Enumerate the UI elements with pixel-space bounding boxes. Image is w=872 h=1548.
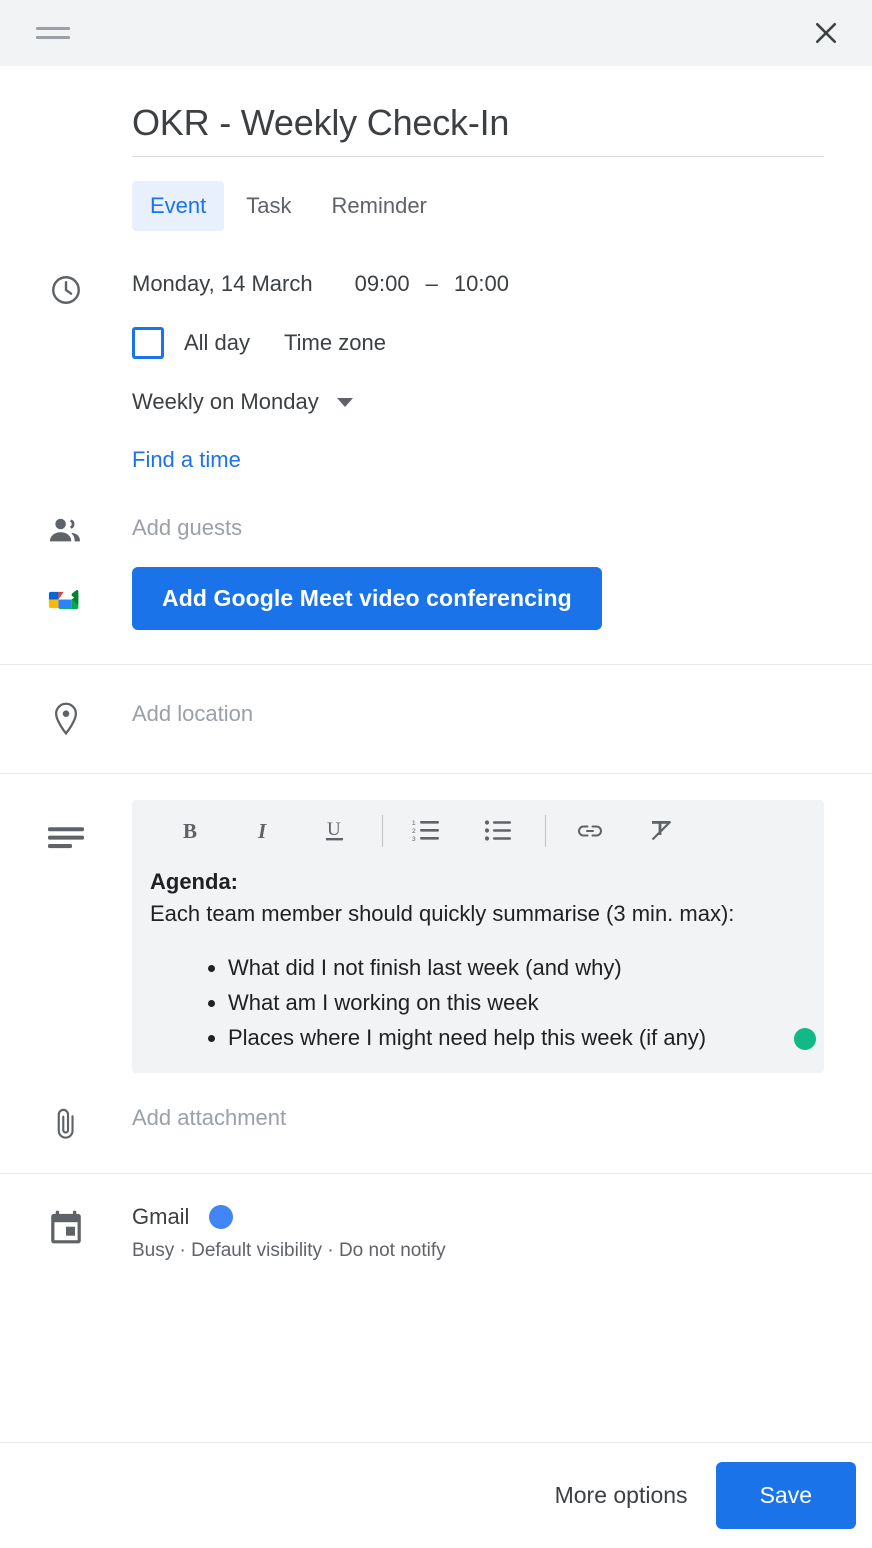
list-item: Places where I might need help this week… bbox=[228, 1022, 800, 1054]
time-range-dash: – bbox=[425, 271, 438, 297]
event-date[interactable]: Monday, 14 March bbox=[132, 271, 313, 297]
meet-gutter bbox=[0, 582, 132, 616]
time-zone-button[interactable]: Time zone bbox=[284, 330, 386, 356]
save-button[interactable]: Save bbox=[715, 1462, 856, 1529]
insert-link-icon[interactable] bbox=[564, 808, 616, 854]
event-dialog: Event Task Reminder Monday, 14 March 09:… bbox=[0, 0, 872, 1548]
description-content: B I U 1 2 3 Agenda: Each team member sho… bbox=[132, 800, 872, 1073]
svg-text:1: 1 bbox=[412, 820, 416, 827]
svg-text:3: 3 bbox=[412, 836, 416, 843]
all-day-row: All day Time zone bbox=[132, 327, 824, 360]
add-google-meet-button[interactable]: Add Google Meet video conferencing bbox=[132, 567, 602, 631]
datetime-content: Monday, 14 March 09:00 – 10:00 All day T… bbox=[132, 271, 872, 473]
location-content: Add location bbox=[132, 699, 872, 727]
add-attachment-input[interactable]: Add attachment bbox=[132, 1103, 824, 1131]
calendar-gutter bbox=[0, 1204, 132, 1246]
dialog-body: Event Task Reminder Monday, 14 March 09:… bbox=[0, 66, 872, 1442]
drag-handle-line bbox=[36, 36, 70, 39]
calendar-name-line: Gmail bbox=[132, 1204, 824, 1230]
event-type-tabs: Event Task Reminder bbox=[0, 157, 872, 232]
svg-text:B: B bbox=[183, 819, 197, 843]
svg-text:U: U bbox=[327, 819, 341, 840]
description-editor: B I U 1 2 3 Agenda: Each team member sho… bbox=[132, 800, 824, 1073]
svg-text:2: 2 bbox=[412, 828, 416, 835]
attachment-content: Add attachment bbox=[132, 1103, 872, 1131]
italic-icon[interactable]: I bbox=[238, 808, 290, 854]
event-title-input[interactable] bbox=[132, 102, 824, 157]
location-pin-icon bbox=[50, 701, 82, 739]
datetime-line: Monday, 14 March 09:00 – 10:00 bbox=[132, 271, 824, 297]
paperclip-icon bbox=[51, 1105, 81, 1143]
toolbar-separator bbox=[382, 815, 383, 848]
all-day-label[interactable]: All day bbox=[184, 330, 250, 356]
description-row: B I U 1 2 3 Agenda: Each team member sho… bbox=[0, 774, 872, 1073]
meet-row: Add Google Meet video conferencing bbox=[0, 567, 872, 631]
event-end-time[interactable]: 10:00 bbox=[454, 271, 509, 297]
add-guests-input[interactable]: Add guests bbox=[132, 513, 824, 541]
calendar-content: Gmail Busy · Default visibility · Do not… bbox=[132, 1204, 872, 1262]
attachment-gutter bbox=[0, 1103, 132, 1143]
google-meet-icon bbox=[47, 584, 85, 616]
find-a-time-link[interactable]: Find a time bbox=[132, 447, 241, 473]
close-icon bbox=[811, 18, 841, 48]
guests-gutter bbox=[0, 513, 132, 545]
description-heading: Agenda: bbox=[150, 869, 238, 895]
guests-row: Add guests bbox=[0, 513, 872, 545]
recurrence-label: Weekly on Monday bbox=[132, 389, 319, 415]
meet-content: Add Google Meet video conferencing bbox=[132, 567, 872, 631]
location-gutter bbox=[0, 699, 132, 739]
location-row: Add location bbox=[0, 665, 872, 773]
calendar-color-dot[interactable] bbox=[209, 1204, 234, 1229]
clock-icon bbox=[49, 273, 83, 307]
calendar-icon bbox=[49, 1210, 83, 1246]
guests-content: Add guests bbox=[132, 513, 872, 541]
cursor-indicator bbox=[794, 1027, 816, 1050]
people-icon bbox=[48, 515, 84, 545]
drag-handle-icon[interactable] bbox=[36, 24, 70, 42]
remove-formatting-icon[interactable] bbox=[636, 808, 688, 854]
underline-icon[interactable]: U bbox=[310, 808, 362, 854]
datetime-row: Monday, 14 March 09:00 – 10:00 All day T… bbox=[0, 231, 872, 473]
datetime-gutter bbox=[0, 271, 132, 307]
tab-reminder[interactable]: Reminder bbox=[314, 181, 445, 231]
more-options-button[interactable]: More options bbox=[533, 1466, 710, 1525]
recurrence-dropdown[interactable]: Weekly on Monday bbox=[132, 389, 353, 415]
calendar-row: Gmail Busy · Default visibility · Do not… bbox=[0, 1174, 872, 1292]
list-item: What am I working on this week bbox=[228, 987, 800, 1019]
tab-task[interactable]: Task bbox=[228, 181, 309, 231]
editor-toolbar: B I U 1 2 3 bbox=[132, 800, 824, 862]
bold-icon[interactable]: B bbox=[166, 808, 218, 854]
chevron-down-icon bbox=[336, 397, 353, 407]
numbered-list-icon[interactable]: 1 2 3 bbox=[401, 808, 453, 854]
toolbar-separator bbox=[545, 815, 546, 848]
dialog-titlebar bbox=[0, 0, 872, 66]
add-location-input[interactable]: Add location bbox=[132, 699, 824, 727]
all-day-checkbox[interactable] bbox=[132, 327, 164, 360]
drag-handle-line bbox=[36, 27, 70, 30]
notes-icon bbox=[48, 826, 84, 850]
event-start-time[interactable]: 09:00 bbox=[355, 271, 410, 297]
title-section bbox=[0, 66, 872, 157]
description-bullet-list: What did I not finish last week (and why… bbox=[150, 952, 800, 1054]
close-button[interactable] bbox=[804, 11, 848, 55]
svg-text:I: I bbox=[257, 819, 267, 843]
description-gutter bbox=[0, 800, 132, 850]
description-text[interactable]: Agenda: Each team member should quickly … bbox=[132, 862, 824, 1053]
calendar-details[interactable]: Busy · Default visibility · Do not notif… bbox=[132, 1240, 824, 1262]
tab-event[interactable]: Event bbox=[132, 181, 225, 232]
description-intro: Each team member should quickly summaris… bbox=[150, 901, 735, 927]
calendar-name[interactable]: Gmail bbox=[132, 1204, 189, 1230]
bulleted-list-icon[interactable] bbox=[473, 808, 525, 854]
attachment-row: Add attachment bbox=[0, 1073, 872, 1173]
list-item: What did I not finish last week (and why… bbox=[228, 952, 800, 984]
dialog-footer: More options Save bbox=[0, 1442, 872, 1548]
